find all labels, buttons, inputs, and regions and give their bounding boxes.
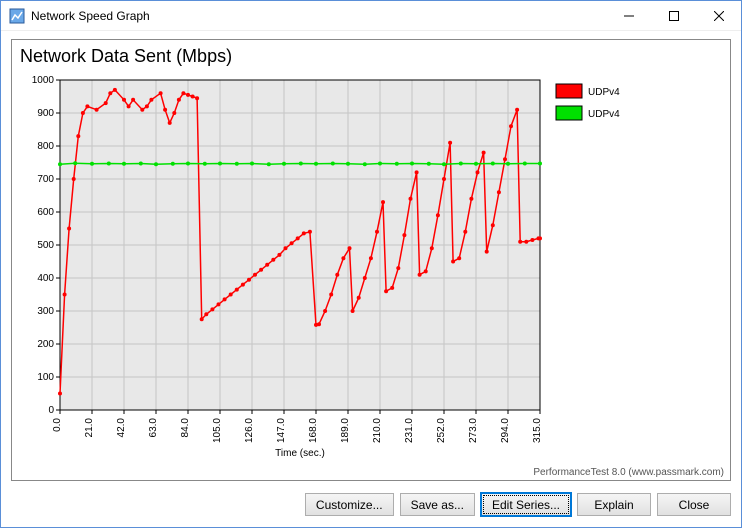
svg-text:315.0: 315.0 — [532, 418, 543, 443]
svg-text:105.0: 105.0 — [212, 418, 223, 443]
save-as-button[interactable]: Save as... — [400, 493, 475, 516]
maximize-button[interactable] — [651, 1, 696, 30]
svg-text:21.0: 21.0 — [84, 418, 95, 438]
svg-text:700: 700 — [37, 174, 54, 185]
svg-text:168.0: 168.0 — [308, 418, 319, 443]
svg-text:200: 200 — [37, 339, 54, 350]
titlebar: Network Speed Graph — [1, 1, 741, 31]
svg-text:231.0: 231.0 — [404, 418, 415, 443]
svg-text:63.0: 63.0 — [148, 418, 159, 438]
svg-text:273.0: 273.0 — [468, 418, 479, 443]
chart-title: Network Data Sent (Mbps) — [12, 40, 730, 69]
svg-text:210.0: 210.0 — [372, 418, 383, 443]
svg-text:0.0: 0.0 — [52, 418, 63, 432]
svg-text:900: 900 — [37, 108, 54, 119]
svg-text:252.0: 252.0 — [436, 418, 447, 443]
svg-text:400: 400 — [37, 273, 54, 284]
svg-text:600: 600 — [37, 207, 54, 218]
content-area: Network Data Sent (Mbps) 0 100 200 300 400 50… — [1, 31, 741, 487]
svg-text:1000: 1000 — [32, 75, 55, 86]
close-button[interactable]: Close — [657, 493, 731, 516]
svg-text:300: 300 — [37, 306, 54, 317]
customize-button[interactable]: Customize... — [305, 493, 394, 516]
chart-frame: Network Data Sent (Mbps) 0 100 200 300 400 50… — [11, 39, 731, 481]
svg-text:500: 500 — [37, 240, 54, 251]
svg-text:147.0: 147.0 — [276, 418, 287, 443]
svg-text:126.0: 126.0 — [244, 418, 255, 443]
svg-text:UDPv4: UDPv4 — [588, 87, 620, 98]
svg-text:189.0: 189.0 — [340, 418, 351, 443]
svg-text:100: 100 — [37, 372, 54, 383]
svg-text:800: 800 — [37, 141, 54, 152]
edit-series-button[interactable]: Edit Series... — [481, 493, 571, 516]
svg-text:UDPv4: UDPv4 — [588, 109, 620, 120]
close-window-button[interactable] — [696, 1, 741, 30]
explain-button[interactable]: Explain — [577, 493, 651, 516]
svg-text:0: 0 — [48, 405, 54, 416]
svg-text:84.0: 84.0 — [180, 418, 191, 438]
window-title: Network Speed Graph — [31, 9, 606, 23]
app-icon — [9, 8, 25, 24]
svg-text:42.0: 42.0 — [116, 418, 127, 438]
minimize-button[interactable] — [606, 1, 651, 30]
brand-label: PerformanceTest 8.0 (www.passmark.com) — [533, 467, 724, 478]
button-row: Customize... Save as... Edit Series... E… — [1, 487, 741, 516]
svg-text:Time (sec.): Time (sec.) — [275, 448, 325, 459]
svg-text:294.0: 294.0 — [500, 418, 511, 443]
chart-body: 0 100 200 300 400 500 600 700 800 900 1000 0.0 21.0 4… — [20, 74, 722, 458]
